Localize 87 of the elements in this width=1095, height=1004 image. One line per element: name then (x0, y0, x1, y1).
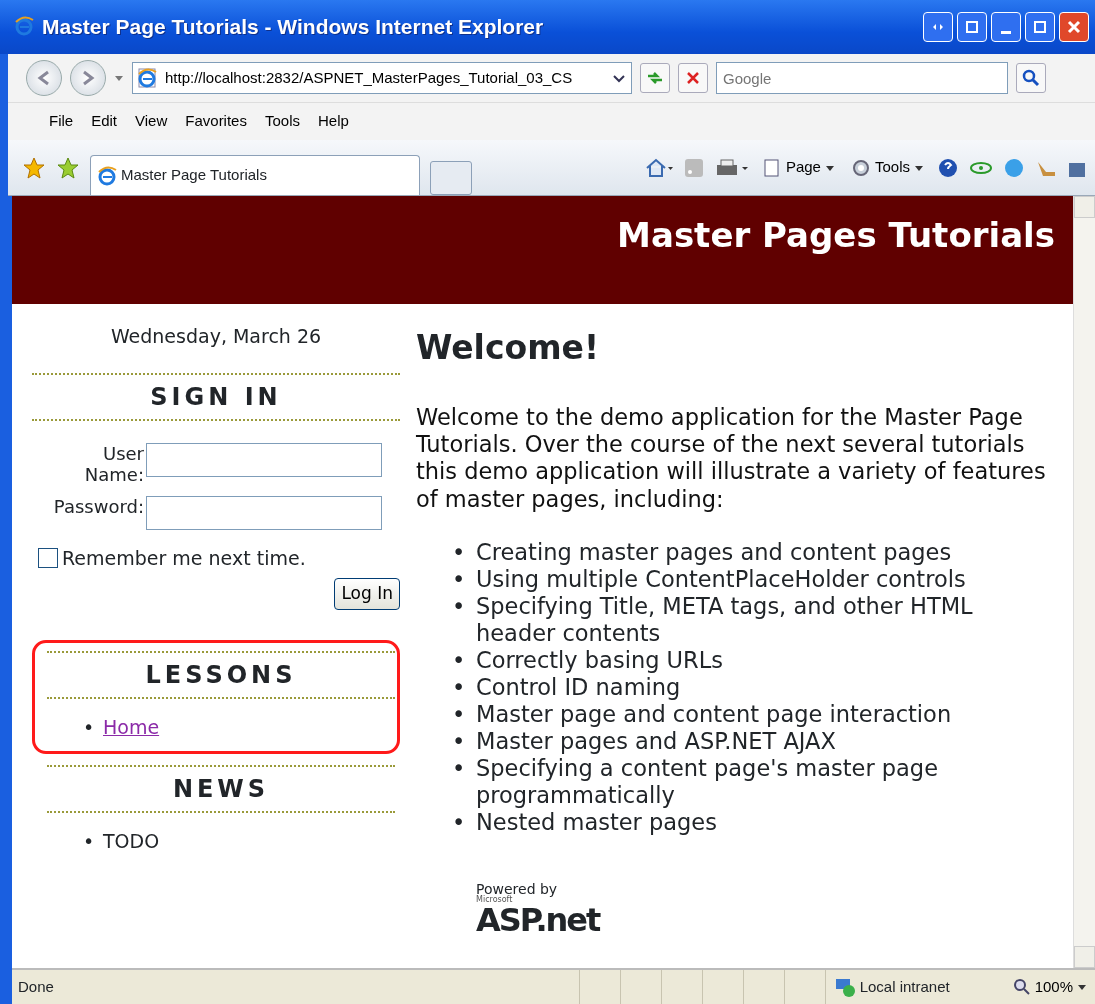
browser-tab[interactable]: Master Page Tutorials (90, 155, 420, 195)
section-heading: NEWS (47, 765, 395, 814)
bullet: • (452, 809, 467, 837)
section-heading: SIGN IN (32, 372, 400, 421)
bullet: • (452, 674, 467, 702)
zone-text: Local intranet (859, 976, 950, 997)
menu-item[interactable]: View (130, 108, 173, 135)
network-icon (833, 976, 856, 998)
checkbox[interactable] (38, 547, 58, 568)
refresh-button[interactable] (640, 63, 670, 93)
gear-icon (850, 157, 871, 178)
caret-icon (1077, 982, 1087, 992)
page-icon (761, 157, 782, 178)
tab-label: Master Page Tutorials (121, 165, 267, 186)
star-icon[interactable] (22, 155, 46, 180)
dropdown-caret-icon[interactable] (114, 73, 124, 83)
site-header: Master Pages Tutorials (12, 196, 1073, 304)
list-item: Using multiple ContentPlaceHolder controls (476, 566, 966, 594)
minimize-icon (1001, 31, 1011, 34)
intro-paragraph: Welcome to the demo application for the Master Page Tutorials. Over the course of the next several tutorials this demo application will illustrate a variety of features of master pages, including: (416, 403, 1047, 514)
menu-item[interactable]: Edit (86, 108, 123, 135)
menu-item[interactable]: Favorites (180, 108, 252, 135)
toolbar-button[interactable]: Tools (847, 156, 927, 179)
maximize-icon (1032, 19, 1048, 35)
password-field[interactable] (146, 495, 382, 530)
bullet: • (452, 755, 467, 784)
bullet: • (83, 714, 96, 740)
list-item: Creating master pages and content pages (476, 539, 952, 567)
menu-item[interactable]: Tools (259, 108, 305, 135)
help-icon[interactable] (937, 156, 959, 179)
home-icon[interactable] (644, 156, 673, 179)
bullet: • (452, 539, 467, 567)
list-item: Master pages and ASP.NET AJAX (476, 728, 836, 756)
bullet: • (452, 701, 467, 729)
menu-item[interactable]: File (44, 108, 79, 135)
maker-text: Microsoft (476, 896, 513, 905)
field-label: User Name: (83, 442, 144, 486)
list-item: TODO (103, 829, 160, 855)
address-field[interactable]: http://localhost:2832/ASPNET_MasterPages_Tutorial_03_CS (132, 62, 632, 94)
magnifier-icon (1012, 978, 1031, 996)
new-tab-button[interactable] (430, 161, 472, 195)
minimize-button[interactable] (991, 12, 1021, 42)
page-icon (137, 68, 157, 88)
expand-button[interactable] (923, 12, 953, 42)
ie-logo-icon (14, 16, 36, 38)
ie-logo-icon (97, 165, 117, 186)
search-field[interactable]: Google (716, 62, 1008, 94)
list-item: Master page and content page interaction (476, 701, 952, 729)
status-text: Done (17, 976, 55, 997)
menu-item[interactable]: Help (313, 108, 354, 135)
stop-icon (685, 70, 701, 86)
list-item: Specifying a content page's master page programmatically (476, 755, 939, 810)
bullet: • (452, 647, 467, 675)
back-button[interactable] (26, 60, 62, 96)
forward-button[interactable] (70, 60, 106, 96)
list-item: Specifying Title, META tags, and other HTML header contents (476, 593, 974, 648)
search-icon (1022, 69, 1040, 87)
globe-icon[interactable] (1003, 156, 1025, 179)
list-item: Control ID naming (476, 674, 681, 702)
bullet: • (452, 728, 467, 756)
powered-caption: Powered by (476, 882, 559, 897)
zoom-button[interactable]: 100% (1004, 974, 1095, 1000)
checkbox-label: Remember me next time. (62, 545, 306, 571)
toolbar-button[interactable]: Page (758, 156, 838, 179)
scrollbar[interactable] (1073, 196, 1095, 968)
maximize-button[interactable] (1025, 12, 1055, 42)
close-icon (1066, 19, 1082, 35)
logo-text: ASP.net (476, 904, 601, 937)
date-text: Wednesday, March 26 (109, 324, 323, 349)
close-button[interactable] (1059, 12, 1089, 42)
bullet: • (452, 593, 467, 622)
nav-link[interactable]: Home (103, 712, 160, 742)
bullet: • (83, 829, 96, 855)
login-button[interactable]: Log In (334, 578, 400, 610)
list-item: Nested master pages (476, 809, 717, 837)
field-label: Password: (53, 495, 144, 518)
page-button[interactable] (957, 12, 987, 42)
window-title: Master Page Tutorials - Windows Internet Explorer (42, 14, 545, 41)
stop-button[interactable] (678, 63, 708, 93)
bullet: • (452, 566, 467, 594)
search-button[interactable] (1016, 63, 1046, 93)
window-icon (964, 19, 980, 35)
list-item: Correctly basing URLs (476, 647, 723, 675)
page-heading: Welcome! (416, 328, 600, 368)
section-heading: LESSONS (47, 650, 395, 699)
username-field[interactable] (146, 442, 382, 477)
add-favorite-icon[interactable] (56, 155, 80, 180)
